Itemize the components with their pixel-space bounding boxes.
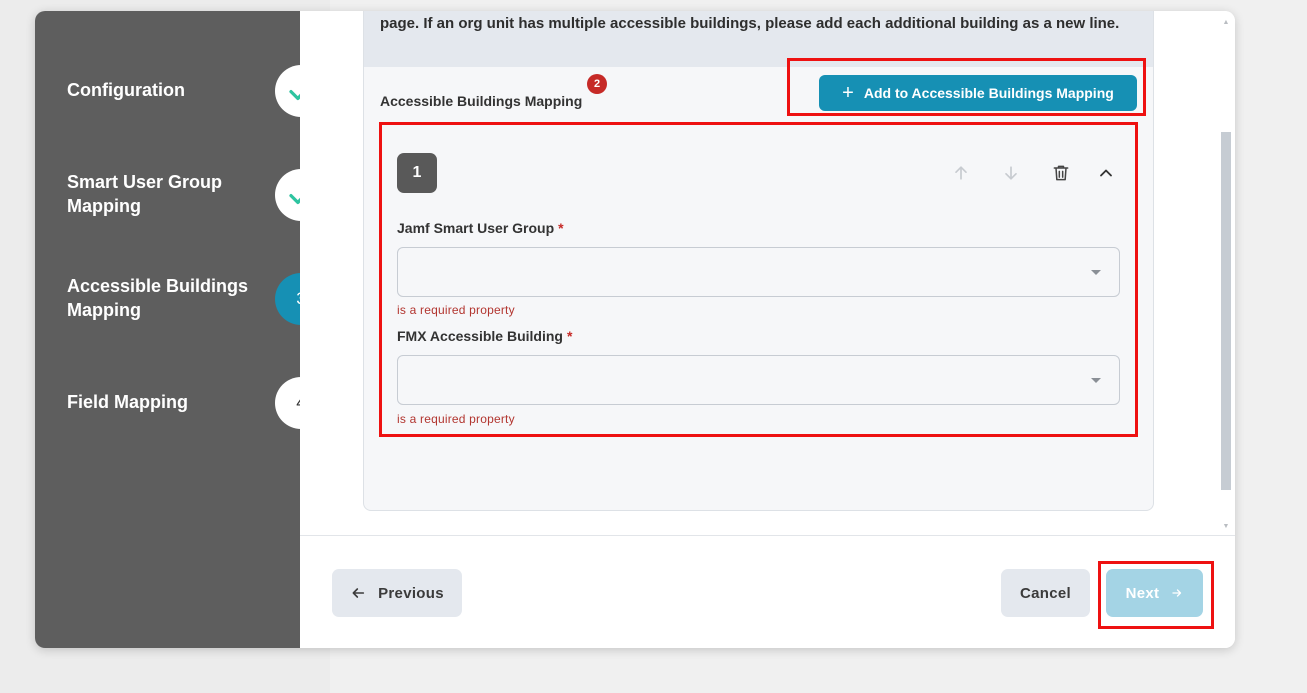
chevron-up-icon <box>1100 169 1112 177</box>
previous-button-label: Previous <box>378 584 444 602</box>
accessible-building-error: is a required property <box>397 412 515 426</box>
smart-user-group-select[interactable] <box>397 247 1120 297</box>
error-count-badge: 2 <box>587 74 607 94</box>
next-button[interactable]: Next <box>1106 569 1203 617</box>
mapping-panel: page. If an org unit has multiple access… <box>363 11 1154 511</box>
delete-item-button[interactable] <box>1048 160 1074 186</box>
smart-user-group-label: Jamf Smart User Group * <box>397 220 564 236</box>
step-label-configuration: Configuration <box>67 80 185 100</box>
cancel-button[interactable]: Cancel <box>1001 569 1090 617</box>
trash-icon <box>1053 165 1069 181</box>
item-number: 1 <box>397 153 437 193</box>
add-mapping-button-label: Add to Accessible Buildings Mapping <box>863 85 1114 101</box>
cancel-button-label: Cancel <box>1020 584 1071 602</box>
scrollbar-thumb[interactable] <box>1221 132 1231 490</box>
caret-down-icon <box>1091 270 1101 275</box>
collapse-item-button[interactable] <box>1093 160 1119 186</box>
smart-user-group-error: is a required property <box>397 303 515 317</box>
step-label-accessible-buildings-mapping: Accessible Buildings Mapping <box>67 276 249 320</box>
required-mark: * <box>566 328 573 344</box>
add-mapping-button[interactable]: + Add to Accessible Buildings Mapping <box>819 75 1137 111</box>
scroll-up-arrow[interactable]: ▲ <box>1220 17 1232 27</box>
next-button-label: Next <box>1125 584 1160 602</box>
arrow-down-icon <box>1005 166 1017 180</box>
move-up-button[interactable] <box>948 160 974 186</box>
scroll-down-arrow[interactable]: ▼ <box>1220 521 1232 531</box>
step-label-smart-user-group-mapping: Smart User Group Mapping <box>67 172 223 216</box>
caret-down-icon <box>1091 378 1101 383</box>
smart-user-group-label-text: Jamf Smart User Group <box>397 220 555 236</box>
accessible-building-label-text: FMX Accessible Building <box>397 328 563 344</box>
wizard-content: page. If an org unit has multiple access… <box>300 11 1235 535</box>
arrow-up-icon <box>955 166 967 180</box>
wizard-footer: Previous Cancel Next <box>300 535 1235 648</box>
required-mark: * <box>558 220 564 236</box>
section-title: Accessible Buildings Mapping <box>380 93 583 109</box>
arrow-left-icon <box>352 588 365 598</box>
wizard-modal: Configuration Smart User Group Mapping A… <box>35 11 1235 648</box>
plus-icon: + <box>842 82 854 104</box>
step-label-field-mapping: Field Mapping <box>67 392 188 412</box>
wizard-stepper: Configuration Smart User Group Mapping A… <box>35 11 327 648</box>
arrow-right-icon <box>1172 589 1182 597</box>
accessible-building-label: FMX Accessible Building * <box>397 328 572 344</box>
move-down-button[interactable] <box>998 160 1024 186</box>
previous-button[interactable]: Previous <box>332 569 462 617</box>
accessible-building-select[interactable] <box>397 355 1120 405</box>
